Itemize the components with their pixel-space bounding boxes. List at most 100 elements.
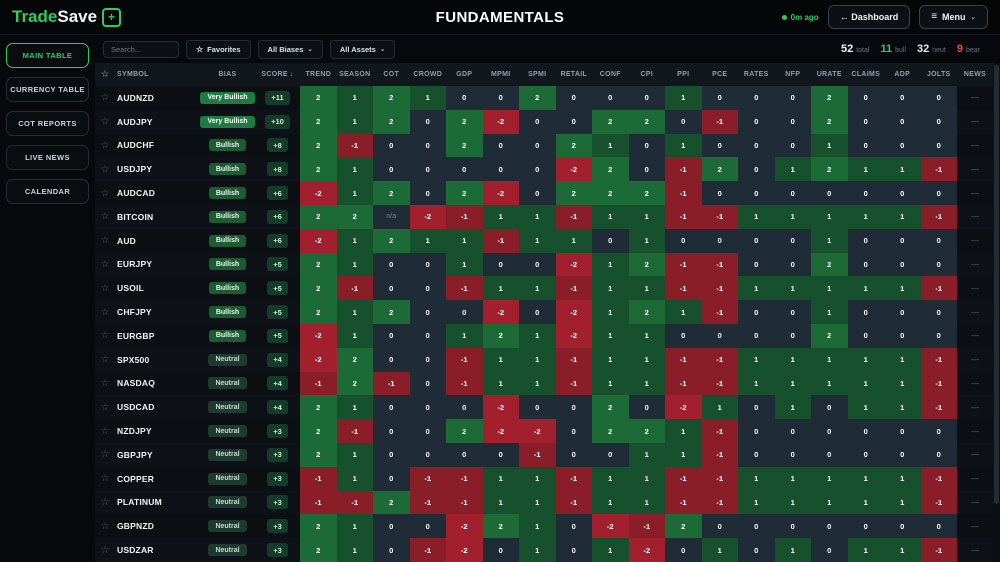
star-column-header[interactable]: ☆: [95, 69, 115, 80]
news-column-header[interactable]: NEWS: [957, 71, 993, 78]
column-header-claims[interactable]: CLAIMS: [848, 71, 885, 78]
news-cell[interactable]: —: [957, 467, 993, 491]
favorites-button[interactable]: ☆ Favorites: [186, 39, 251, 59]
column-header-adp[interactable]: ADP: [884, 71, 921, 78]
table-row-audjpy[interactable]: ☆ AUDJPY Very Bullish +10 2 1 2 0 2 -2 0 0 2 2 0 -1 0 0 2 0…: [95, 109, 1000, 134]
favorite-star-icon[interactable]: ☆: [95, 443, 115, 467]
news-cell[interactable]: —: [957, 419, 993, 443]
news-cell[interactable]: —: [957, 372, 993, 396]
column-header-rates[interactable]: RATES: [738, 71, 775, 78]
value-cell-pce: -1: [701, 419, 738, 443]
column-header-cpi[interactable]: CPI: [629, 71, 666, 78]
table-row-usdcad[interactable]: ☆ USDCAD Neutral +4 2 1 0 0 0 -2 0 0 2 0 -2 1 0 1 0 1 1 -1—: [95, 395, 1000, 420]
table-row-nasdaq[interactable]: ☆ NASDAQ Neutral +4 -1 2 -1 0 -1 1 1 -1 1 1 -1 -1 1 1 1 1 1-…: [95, 371, 1000, 396]
column-header-season[interactable]: SEASON: [337, 71, 374, 78]
favorite-star-icon[interactable]: ☆: [95, 538, 115, 562]
symbol-column-header[interactable]: SYMBOL: [115, 71, 200, 78]
news-cell[interactable]: —: [957, 205, 993, 229]
table-row-spx500[interactable]: ☆ SPX500 Neutral +4 -2 2 0 0 -1 1 1 -1 1 1 -1 -1 1 1 1 1 1 -1…: [95, 347, 1000, 372]
favorite-star-icon[interactable]: ☆: [95, 372, 115, 396]
news-cell[interactable]: —: [957, 86, 993, 110]
column-header-trend[interactable]: TREND: [300, 71, 337, 78]
table-row-gbpjpy[interactable]: ☆ GBPJPY Neutral +3 2 1 0 0 0 0 -1 0 0 1 1 -1 0 0 0 0 0 0—: [95, 442, 1000, 467]
sidebar-item-cot-reports[interactable]: COT REPORTS: [6, 111, 89, 136]
sidebar-item-live-news[interactable]: LIVE NEWS: [6, 145, 89, 170]
bias-column-header[interactable]: BIAS: [200, 71, 255, 78]
asset-filter-select[interactable]: All Assets ⌄: [329, 39, 396, 59]
table-row-audcad[interactable]: ☆ AUDCAD Bullish +6 -2 1 2 0 2 -2 0 2 2 2 -1 0 0 0 0 0 0 0—: [95, 181, 1000, 205]
sidebar-item-main-table[interactable]: MAIN TABLE: [6, 43, 89, 68]
news-cell[interactable]: —: [957, 110, 993, 134]
value-cell-nfp: 0: [774, 252, 811, 277]
column-header-pce[interactable]: PCE: [702, 71, 739, 78]
column-header-jolts[interactable]: JOLTS: [921, 71, 958, 78]
favorite-star-icon[interactable]: ☆: [95, 205, 115, 229]
table-row-audnzd[interactable]: ☆ AUDNZD Very Bullish +11 2 1 2 1 0 0 2 0 0 0 1 0 0 0 2 0 0 0…: [95, 86, 1000, 110]
sidebar-item-calendar[interactable]: CALENDAR: [6, 179, 89, 204]
column-header-spmi[interactable]: SPMI: [519, 71, 556, 78]
app-logo[interactable]: TradeSave +: [12, 7, 122, 27]
favorite-star-icon[interactable]: ☆: [95, 491, 115, 515]
table-row-copper[interactable]: ☆ COPPER Neutral +3 -1 1 0 -1 -1 1 1 -1 1 1 -1 -1 1 1 1 1 1-…: [95, 466, 1000, 491]
table-row-chfjpy[interactable]: ☆ CHFJPY Bullish +5 2 1 2 0 0 -2 0 -2 1 2 1 -1 0 0 1 0 0 0—: [95, 300, 1000, 324]
bias-filter-select[interactable]: All Biases ⌄: [257, 39, 323, 59]
news-cell[interactable]: —: [957, 324, 993, 348]
scrollbar-thumb[interactable]: [994, 65, 999, 505]
table-row-usdjpy[interactable]: ☆ USDJPY Bullish +8 2 1 0 0 0 0 0 -2 2 0 -1 2 0 1 2 1 1 -1—: [95, 157, 1000, 182]
favorite-star-icon[interactable]: ☆: [95, 514, 115, 538]
news-cell[interactable]: —: [957, 491, 993, 515]
favorite-star-icon[interactable]: ☆: [95, 134, 115, 158]
favorite-star-icon[interactable]: ☆: [95, 181, 115, 205]
dashboard-button[interactable]: ← Dashboard: [827, 5, 911, 29]
news-cell[interactable]: —: [957, 514, 993, 538]
favorite-star-icon[interactable]: ☆: [95, 157, 115, 181]
favorite-star-icon[interactable]: ☆: [95, 324, 115, 348]
news-cell[interactable]: —: [957, 443, 993, 467]
table-row-audchf[interactable]: ☆ AUDCHF Bullish +8 2 -1 0 0 2 0 0 2 1 0 1 0 0 0 1 0 0 0—: [95, 133, 1000, 158]
favorite-star-icon[interactable]: ☆: [95, 467, 115, 491]
news-cell[interactable]: —: [957, 276, 993, 300]
menu-button[interactable]: ≡ Menu ⌄: [919, 5, 988, 29]
news-cell[interactable]: —: [957, 538, 993, 562]
news-cell[interactable]: —: [957, 253, 993, 277]
table-row-usoil[interactable]: ☆ USOIL Bullish +5 2 -1 0 0 -1 1 1 -1 1 1 -1 -1 1 1 1 1 1 -1—: [95, 276, 1000, 301]
table-row-nzdjpy[interactable]: ☆ NZDJPY Neutral +3 2 -1 0 0 2 -2 -2 0 2 2 1 -1 0 0 0 0 0 0—: [95, 419, 1000, 443]
column-header-mpmi[interactable]: MPMI: [483, 71, 520, 78]
news-cell[interactable]: —: [957, 348, 993, 372]
favorite-star-icon[interactable]: ☆: [95, 300, 115, 324]
news-cell[interactable]: —: [957, 157, 993, 181]
table-row-platinum[interactable]: ☆ PLATINUM Neutral +3 -1 -1 2 -1 -1 1 1 -1 1 1 -1 -1 1 1 1…: [95, 490, 1000, 515]
table-row-aud[interactable]: ☆ AUD Bullish +6 -2 1 2 1 1 -1 1 1 0 1 0 0 0 0 1 0 0 0—: [95, 228, 1000, 253]
favorite-star-icon[interactable]: ☆: [95, 419, 115, 443]
table-row-gbpnzd[interactable]: ☆ GBPNZD Neutral +3 2 1 0 0 -2 2 1 0 -2 -1 2 0 0 0 0 0 0 0—: [95, 514, 1000, 539]
favorite-star-icon[interactable]: ☆: [95, 395, 115, 419]
column-header-conf[interactable]: CONF: [592, 71, 629, 78]
column-header-ppi[interactable]: PPI: [665, 71, 702, 78]
score-column-header[interactable]: SCORE ↓: [255, 71, 300, 78]
table-row-eurgbp[interactable]: ☆ EURGBP Bullish +5 -2 1 0 0 1 2 1 -2 1 1 0 0 0 0 2 0 0 0—: [95, 323, 1000, 348]
column-header-cot[interactable]: COT: [373, 71, 410, 78]
favorite-star-icon[interactable]: ☆: [95, 276, 115, 300]
favorite-star-icon[interactable]: ☆: [95, 253, 115, 277]
news-cell[interactable]: —: [957, 181, 993, 205]
sidebar-item-currency-table[interactable]: CURRENCY TABLE: [6, 77, 89, 102]
column-header-nfp[interactable]: NFP: [775, 71, 812, 78]
table-row-usdzar[interactable]: ☆ USDZAR Neutral +3 2 1 0 -1 -2 0 1 0 1 -2 0 1 0 1 0 1 1 -1—: [95, 538, 1000, 562]
favorite-star-icon[interactable]: ☆: [95, 86, 115, 110]
news-cell[interactable]: —: [957, 229, 993, 253]
favorite-star-icon[interactable]: ☆: [95, 229, 115, 253]
favorite-star-icon[interactable]: ☆: [95, 348, 115, 372]
value-cell-spmi: 2: [519, 86, 556, 110]
table-row-eurjpy[interactable]: ☆ EURJPY Bullish +5 2 1 0 0 1 0 0 -2 1 2 -1 -1 0 0 2 0 0 0—: [95, 252, 1000, 277]
table-row-bitcoin[interactable]: ☆ BITCOIN Bullish +6 2 2 n/a -2 -1 1 1 -1 1 1 -1 -1 1 1 1 1…: [95, 204, 1000, 229]
column-header-retail[interactable]: RETAIL: [556, 71, 593, 78]
search-input[interactable]: [103, 40, 179, 58]
column-header-urate[interactable]: URATE: [811, 71, 848, 78]
column-header-gdp[interactable]: GDP: [446, 71, 483, 78]
vertical-scrollbar[interactable]: [993, 63, 1000, 562]
news-cell[interactable]: —: [957, 395, 993, 419]
news-cell[interactable]: —: [957, 300, 993, 324]
column-header-crowd[interactable]: CROWD: [410, 71, 447, 78]
news-cell[interactable]: —: [957, 134, 993, 158]
favorite-star-icon[interactable]: ☆: [95, 110, 115, 134]
